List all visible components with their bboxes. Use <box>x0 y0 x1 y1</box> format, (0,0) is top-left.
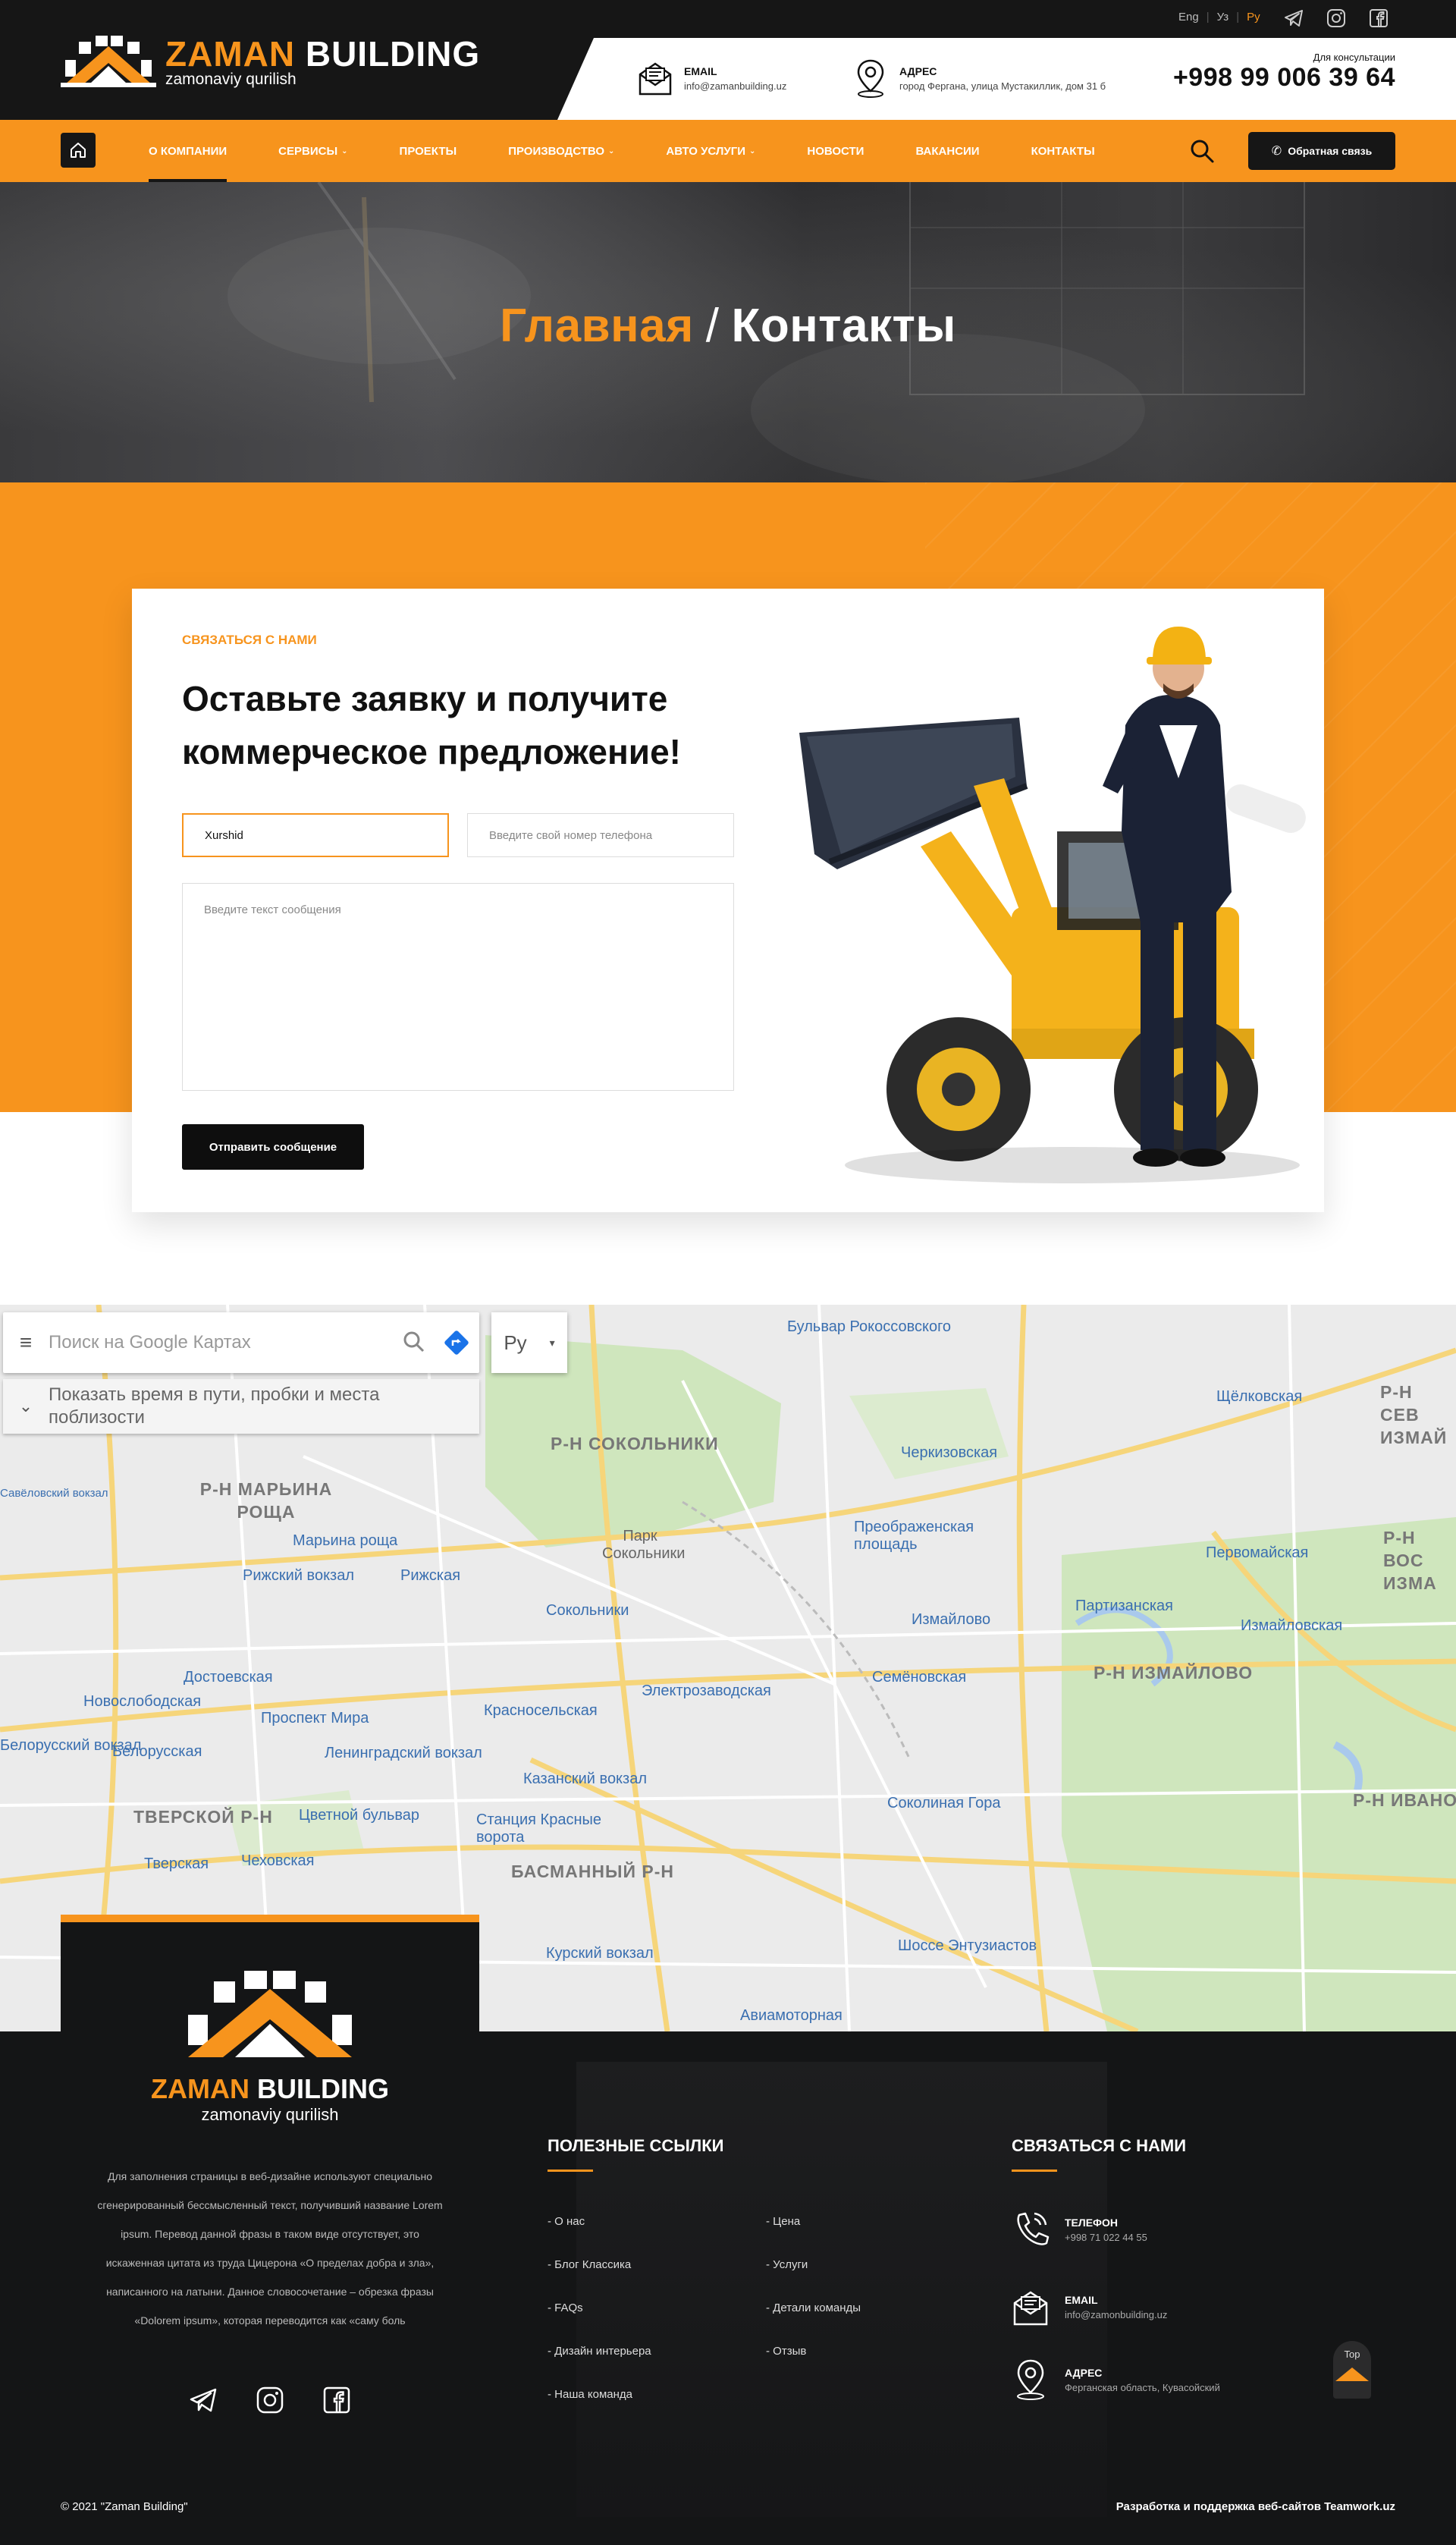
instagram-icon[interactable] <box>1326 8 1347 29</box>
search-icon[interactable] <box>396 1324 434 1362</box>
logo-tagline: zamonaviy qurilish <box>165 71 297 88</box>
lang-ru[interactable]: Ру <box>1247 11 1260 24</box>
logo-name-white: BUILDING <box>305 34 481 74</box>
phone-icon: ✆ <box>1271 145 1282 158</box>
footer-brand-box: ZAMAN BUILDING zamonaviy qurilish Для за… <box>61 1915 479 2467</box>
map-search-input[interactable]: Поиск на Google Картах <box>49 1332 396 1353</box>
nav-item-news[interactable]: НОВОСТИ <box>807 120 864 182</box>
envelope-icon <box>1013 2291 1048 2326</box>
logo-name-orange: ZAMAN <box>165 34 296 74</box>
breadcrumb-current: Контакты <box>731 300 956 352</box>
footer-contact-title: СВЯЗАТЬСЯ С НАМИ <box>1012 2136 1187 2172</box>
footer-link-services[interactable]: - Услуги <box>766 2258 808 2271</box>
envelope-icon <box>639 62 672 96</box>
contact-card: СВЯЗАТЬСЯ С НАМИ Оставьте заявку и получ… <box>132 589 1324 1212</box>
nav-item-contacts[interactable]: КОНТАКТЫ <box>1031 120 1095 182</box>
map-travel-hint[interactable]: ⌄ Показать время в пути, пробки и места … <box>3 1379 479 1434</box>
footer-link-price[interactable]: - Цена <box>766 2215 800 2228</box>
contact-kicker: СВЯЗАТЬСЯ С НАМИ <box>182 633 317 647</box>
page-hero: Главная / Контакты <box>0 182 1456 482</box>
header-email-label: EMAIL <box>684 64 717 77</box>
nav-item-vacancies[interactable]: ВАКАНСИИ <box>915 120 979 182</box>
copyright: © 2021 "Zaman Building" <box>61 2500 188 2513</box>
header-address-label: АДРЕС <box>899 64 937 77</box>
map-pin-icon <box>1017 2359 1044 2400</box>
developer-credit[interactable]: Разработка и поддержка веб-сайтов Teamwo… <box>1116 2500 1395 2513</box>
header-email-value: info@zamanbuilding.uz <box>684 80 787 92</box>
nav-item-projects[interactable]: ПРОЕКТЫ <box>400 120 457 182</box>
hamburger-icon[interactable]: ≡ <box>3 1331 49 1355</box>
top-header: ZAMAN BUILDING zamonaviy qurilish Eng | … <box>0 0 1456 120</box>
chevron-down-icon: ⌄ <box>18 1397 33 1415</box>
footer-email[interactable]: EMAIL info@zamonbuilding.uz <box>1012 2285 1167 2329</box>
header-social <box>1283 8 1389 29</box>
lang-uz[interactable]: Уз <box>1217 11 1229 24</box>
footer-links-title: ПОЛЕЗНЫЕ ССЫЛКИ <box>548 2136 724 2172</box>
directions-icon[interactable] <box>434 1320 479 1365</box>
contact-title: Оставьте заявку и получите коммерческое … <box>182 679 681 771</box>
caret-down-icon: ▾ <box>549 1336 555 1349</box>
header-consultation: Для консультации +998 99 006 39 64 <box>1173 52 1395 93</box>
map-search-box: ≡ Поиск на Google Картах <box>3 1312 479 1373</box>
search-icon[interactable] <box>1189 138 1215 164</box>
header-email[interactable]: EMAIL info@zamanbuilding.uz <box>637 58 786 99</box>
feedback-button[interactable]: ✆ Обратная связь <box>1248 132 1395 170</box>
header-address: АДРЕС город Фергана, улица Мустакиллик, … <box>852 58 1106 99</box>
main-nav: О КОМПАНИИ СЕРВИСЫ ⌄ ПРОЕКТЫ ПРОИЗВОДСТВО… <box>0 120 1456 182</box>
header-address-value: город Фергана, улица Мустакиллик, дом 31… <box>899 80 1106 92</box>
phone-icon <box>1017 2212 1050 2245</box>
telegram-icon[interactable] <box>188 2385 218 2415</box>
nav-menu: О КОМПАНИИ СЕРВИСЫ ⌄ ПРОЕКТЫ ПРОИЗВОДСТВО… <box>149 120 1147 182</box>
arrow-up-icon <box>1335 2367 1369 2381</box>
site-logo[interactable]: ZAMAN BUILDING zamonaviy qurilish <box>61 30 480 93</box>
nav-item-auto-services[interactable]: АВТО УСЛУГИ ⌄ <box>666 120 755 182</box>
footer-link-blog[interactable]: - Блог Классика <box>548 2258 631 2271</box>
nav-item-about[interactable]: О КОМПАНИИ <box>149 120 228 182</box>
language-switcher: Eng | Уз | Ру <box>1178 11 1260 24</box>
nav-item-services[interactable]: СЕРВИСЫ ⌄ <box>278 120 347 182</box>
footer-logo[interactable]: ZAMAN BUILDING zamonaviy qurilish <box>118 1968 422 2125</box>
back-to-top-button[interactable]: Top <box>1333 2341 1371 2399</box>
breadcrumb: Главная / Контакты <box>500 300 956 352</box>
facebook-icon[interactable] <box>322 2385 352 2415</box>
map-pin-icon <box>857 59 884 98</box>
footer-link-team[interactable]: - Наша команда <box>548 2388 632 2401</box>
consult-phone[interactable]: +998 99 006 39 64 <box>1173 63 1395 92</box>
breadcrumb-home[interactable]: Главная <box>500 300 694 352</box>
lang-eng[interactable]: Eng <box>1178 11 1199 24</box>
chevron-down-icon: ⌄ <box>341 146 348 156</box>
logo-mark-icon <box>61 36 156 87</box>
home-button[interactable] <box>61 133 96 168</box>
consult-label: Для консультации <box>1313 52 1395 63</box>
chevron-down-icon: ⌄ <box>607 146 615 156</box>
footer-address: АДРЕС Ферганская область, Кувасойский <box>1012 2358 1220 2402</box>
send-message-button[interactable]: Отправить сообщение <box>182 1124 364 1170</box>
facebook-icon[interactable] <box>1368 8 1389 29</box>
footer-link-team-details[interactable]: - Детали команды <box>766 2301 861 2314</box>
phone-input[interactable]: Введите свой номер телефона <box>467 813 734 857</box>
footer-link-interior[interactable]: - Дизайн интерьера <box>548 2345 651 2358</box>
footer-phone[interactable]: ТЕЛЕФОН +998 71 022 44 55 <box>1012 2207 1147 2251</box>
footer-about-text: Для заполнения страницы в веб-дизайне ис… <box>97 2170 443 2327</box>
footer-link-about[interactable]: - О нас <box>548 2215 585 2228</box>
home-icon <box>71 143 86 158</box>
footer-link-review[interactable]: - Отзыв <box>766 2345 806 2358</box>
name-input[interactable]: Xurshid <box>182 813 449 857</box>
chevron-down-icon: ⌄ <box>749 146 756 156</box>
message-textarea[interactable]: Введите текст сообщения <box>182 883 734 1091</box>
nav-item-production[interactable]: ПРОИЗВОДСТВО ⌄ <box>508 120 614 182</box>
logo-mark-icon <box>188 1971 352 2057</box>
footer-social <box>61 2385 479 2415</box>
footer-link-faqs[interactable]: - FAQs <box>548 2301 583 2314</box>
telegram-icon[interactable] <box>1283 8 1304 29</box>
loader-engineer-illustration <box>799 627 1306 1183</box>
map-language-select[interactable]: Ру ▾ <box>491 1312 567 1373</box>
instagram-icon[interactable] <box>255 2385 285 2415</box>
